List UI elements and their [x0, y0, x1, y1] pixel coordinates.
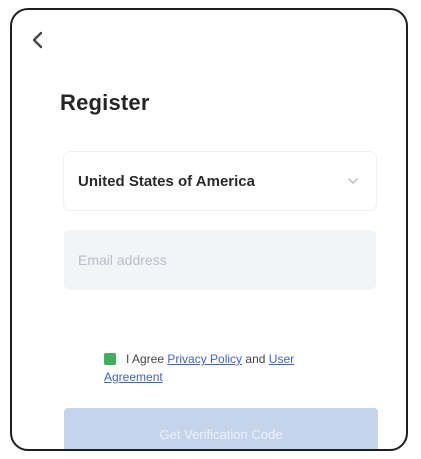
page-title: Register	[60, 90, 150, 115]
agreement-row: I Agree Privacy Policy and User Agreemen…	[104, 350, 354, 386]
back-button[interactable]	[26, 28, 50, 52]
chevron-left-icon	[32, 31, 43, 49]
chevron-down-icon	[346, 174, 360, 188]
email-field[interactable]	[64, 230, 376, 290]
country-select[interactable]: United States of America	[64, 152, 376, 210]
country-select-value: United States of America	[78, 172, 255, 190]
get-verification-code-button[interactable]: Get Verification Code	[64, 408, 378, 449]
register-screen: Register United States of America I Agre…	[10, 8, 408, 451]
agreement-prefix: I Agree	[126, 352, 165, 366]
agreement-and: and	[245, 352, 266, 366]
privacy-policy-link[interactable]: Privacy Policy	[167, 352, 242, 366]
agreement-checkbox[interactable]	[104, 353, 116, 365]
